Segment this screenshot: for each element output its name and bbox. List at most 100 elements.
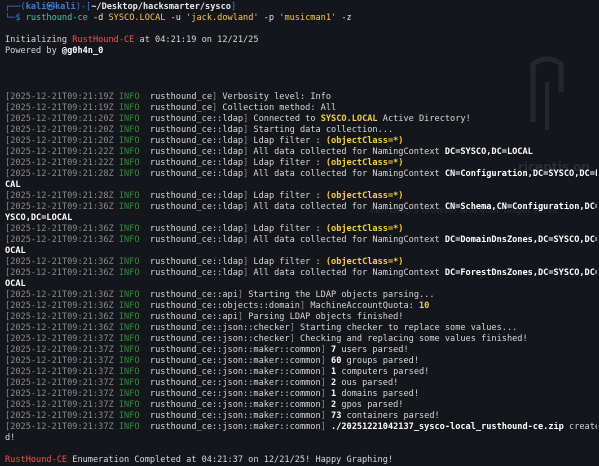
log-bracket: ] <box>243 169 254 179</box>
log-module: rusthound_ce::json::maker::common <box>149 422 321 432</box>
log-timestamp: 2025-12-21T09:21:36Z <box>10 301 114 311</box>
log-timestamp: 2025-12-21T09:21:20Z <box>10 136 114 146</box>
log-space <box>140 400 150 410</box>
banner-text: Initializing <box>5 35 73 45</box>
log-space <box>140 103 150 113</box>
log-message: 73 <box>331 411 342 421</box>
log-bracket: ] <box>237 290 249 300</box>
log-message: ous parsed! <box>336 378 399 388</box>
log-message: MachineAccountQuota: <box>310 301 419 311</box>
log-message: Connected to <box>253 114 321 124</box>
log-line: [2025-12-21T09:21:20Z INFO rusthound_ce:… <box>5 136 597 147</box>
log-module: rusthound_ce::objects::domain <box>149 301 300 311</box>
log-timestamp: 2025-12-21T09:21:37Z <box>10 400 114 410</box>
log-line: [2025-12-21T09:21:22Z INFO rusthound_ce:… <box>5 147 597 158</box>
log-module: rusthound_ce::json::checker <box>149 323 290 333</box>
log-message: Starting the LDAP objects parsing... <box>248 290 435 300</box>
log-level: INFO <box>118 136 140 146</box>
log-timestamp: 2025-12-21T09:21:20Z <box>10 114 114 124</box>
log-level: INFO <box>118 356 140 366</box>
log-line-wrap: YSCO,DC=LOCAL <box>5 213 597 224</box>
log-bracket: ] <box>320 367 332 377</box>
log-line: [2025-12-21T09:21:22Z INFO rusthound_ce:… <box>5 158 597 169</box>
log-module: rusthound_ce::ldap <box>149 158 244 168</box>
log-bracket: ] <box>212 92 223 102</box>
log-line: [2025-12-21T09:21:36Z INFO rusthound_ce:… <box>5 268 597 279</box>
log-timestamp: 2025-12-21T09:21:36Z <box>10 323 114 333</box>
prompt-decoration: └─$ <box>5 13 26 23</box>
footer-text: Enumeration Completed at 04:21:37 on 12/… <box>67 455 394 465</box>
author-handle: @g0h4n_0 <box>61 46 104 56</box>
log-message: OCAL <box>5 279 26 289</box>
log-level: INFO <box>118 323 140 333</box>
log-timestamp: 2025-12-21T09:21:19Z <box>10 103 114 113</box>
log-space <box>140 257 150 267</box>
log-bracket: ] <box>243 114 254 124</box>
log-line: [2025-12-21T09:21:37Z INFO rusthound_ce:… <box>5 422 597 433</box>
log-message: SYSCO.LOCAL <box>320 114 378 124</box>
prompt-user: kali㉿kali <box>25 2 76 12</box>
terminal-window[interactable]: riceptis on een Drop's browser and your … <box>0 0 599 465</box>
log-message: CN=Configuration,DC=SYSCO,DC=LO <box>444 169 597 179</box>
log-module: rusthound_ce::json::maker::common <box>149 356 321 366</box>
log-bracket: ] <box>243 257 254 267</box>
log-module: rusthound_ce::api <box>149 312 238 322</box>
log-level: INFO <box>118 378 140 388</box>
log-bracket: ] <box>243 158 254 168</box>
log-message: Ldap filter : <box>253 158 326 168</box>
log-timestamp: 2025-12-21T09:21:36Z <box>10 202 114 212</box>
log-message: (objectClass=*) <box>325 257 404 267</box>
log-module: rusthound_ce::json::maker::common <box>149 378 321 388</box>
log-bracket: ] <box>243 268 254 278</box>
log-module: rusthound_ce::ldap <box>149 147 244 157</box>
log-timestamp: 2025-12-21T09:21:37Z <box>10 367 114 377</box>
log-message: Parsing LDAP objects finished! <box>248 312 404 322</box>
log-bracket: ] <box>243 136 254 146</box>
log-bracket: ] <box>237 312 249 322</box>
log-bracket: ] <box>299 301 311 311</box>
log-message: All data collected for NamingContext <box>253 147 445 157</box>
log-space <box>140 224 150 234</box>
log-line: [2025-12-21T09:21:37Z INFO rusthound_ce:… <box>5 345 597 356</box>
prompt-path: ~/Desktop/hacksmarter/sysco <box>91 2 231 12</box>
log-message: Ldap filter : <box>253 191 326 201</box>
log-space <box>140 356 150 366</box>
log-space <box>140 290 150 300</box>
command-flag: -u <box>165 13 181 23</box>
log-space <box>140 268 150 278</box>
log-timestamp: 2025-12-21T09:21:36Z <box>10 257 114 267</box>
log-timestamp: 2025-12-21T09:21:22Z <box>10 158 114 168</box>
log-level: INFO <box>118 202 140 212</box>
log-timestamp: 2025-12-21T09:21:37Z <box>10 378 114 388</box>
log-module: rusthound_ce::ldap <box>149 114 244 124</box>
log-line: [2025-12-21T09:21:37Z INFO rusthound_ce:… <box>5 356 597 367</box>
log-message: computers parsed! <box>336 367 430 377</box>
log-module: rusthound_ce::ldap <box>149 202 244 212</box>
log-space <box>140 422 150 432</box>
log-timestamp: 2025-12-21T09:21:28Z <box>10 191 114 201</box>
log-module: rusthound_ce::json::checker <box>149 334 290 344</box>
log-bracket: ] <box>243 202 254 212</box>
command-flag: -d <box>87 13 104 23</box>
log-line: [2025-12-21T09:21:37Z INFO rusthound_ce:… <box>5 400 597 411</box>
log-message: All data collected for NamingContext <box>253 169 445 179</box>
log-level: INFO <box>118 103 140 113</box>
log-bracket: ] <box>243 224 254 234</box>
log-space <box>140 169 150 179</box>
command-name: rusthound-ce <box>25 13 88 23</box>
log-level: INFO <box>118 235 140 245</box>
log-message: All data collected for NamingContext <box>253 202 445 212</box>
log-message: Checking and replacing some values finis… <box>299 334 528 344</box>
log-level: INFO <box>118 290 140 300</box>
log-space <box>140 389 150 399</box>
log-timestamp: 2025-12-21T09:21:36Z <box>10 268 114 278</box>
log-bracket: ] <box>289 334 300 344</box>
log-line: [2025-12-21T09:21:36Z INFO rusthound_ce:… <box>5 323 597 334</box>
log-message: ./20251221042137_sysco-local_rusthound-c… <box>331 422 564 432</box>
log-module: rusthound_ce::json::maker::common <box>149 389 321 399</box>
log-level: INFO <box>118 334 140 344</box>
log-message: d! <box>5 433 16 443</box>
log-line: [2025-12-21T09:21:37Z INFO rusthound_ce:… <box>5 334 597 345</box>
log-module: rusthound_ce::json::maker::common <box>149 345 321 355</box>
log-timestamp: 2025-12-21T09:21:36Z <box>10 235 114 245</box>
